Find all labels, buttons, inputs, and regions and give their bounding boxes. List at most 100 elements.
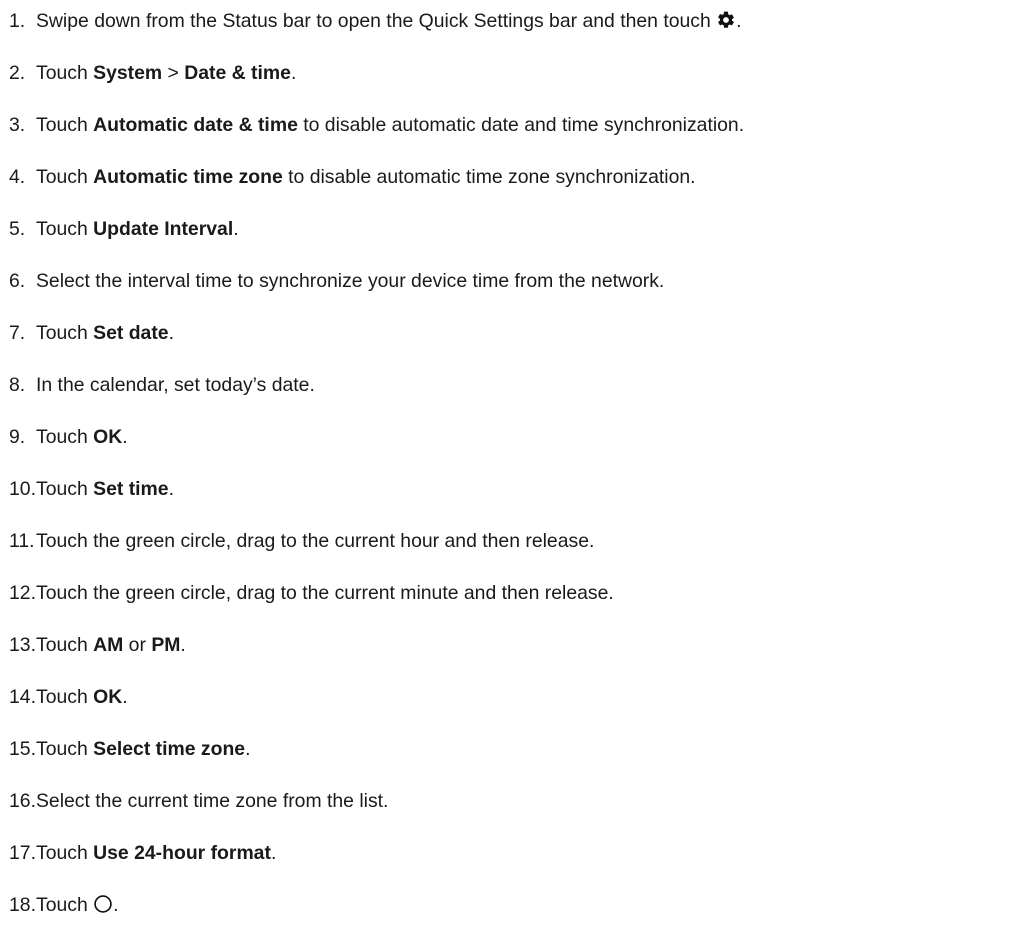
- step-number: 4.: [9, 166, 26, 188]
- step-text-run: Touch: [36, 218, 94, 240]
- step-item: 13. Touch AM or PM.: [9, 633, 1026, 685]
- step-number: 8.: [9, 374, 26, 396]
- step-number: 16.: [9, 790, 36, 812]
- step-text: Touch Automatic time zone to disable aut…: [36, 165, 696, 189]
- ui-term: OK: [93, 426, 123, 448]
- ui-term: OK: [93, 686, 123, 708]
- step-text: Touch System > Date & time.: [36, 61, 296, 85]
- step-text: In the calendar, set today’s date.: [36, 373, 315, 397]
- step-text-run: Swipe down from the Status bar to open t…: [36, 10, 717, 32]
- step-number: 7.: [9, 322, 26, 344]
- step-text-run: .: [233, 218, 239, 240]
- step-text: Touch Set date.: [36, 321, 174, 345]
- ui-term: Update Interval: [93, 218, 234, 240]
- step-text-run: In the calendar, set today’s date.: [36, 374, 315, 396]
- step-text: Touch Use 24-hour format.: [36, 841, 276, 865]
- step-number: 11.: [9, 530, 35, 552]
- step-text: Touch AM or PM.: [36, 633, 186, 657]
- step-number: 15.: [9, 738, 36, 760]
- step-text-run: .: [180, 634, 186, 656]
- step-text-run: Touch: [36, 478, 94, 500]
- step-item: 4. Touch Automatic time zone to disable a…: [9, 165, 1026, 217]
- step-number: 6.: [9, 270, 26, 292]
- step-text: Touch Update Interval.: [36, 217, 239, 241]
- step-text: Touch the green circle, drag to the curr…: [36, 529, 594, 553]
- step-text-run: Touch: [36, 114, 94, 136]
- step-text-run: to disable automatic date and time synch…: [297, 114, 745, 136]
- ui-term: Use 24-hour format: [93, 842, 271, 864]
- step-text-run: .: [270, 842, 277, 864]
- step-text: Touch .: [36, 893, 119, 917]
- ui-term: Set date: [93, 322, 169, 344]
- step-number: 10.: [9, 478, 36, 500]
- step-text: Touch OK.: [36, 685, 128, 709]
- step-number: 9.: [9, 426, 26, 448]
- step-text: Swipe down from the Status bar to open t…: [36, 9, 742, 33]
- step-text-run: Touch: [36, 62, 94, 84]
- step-text-run: .: [736, 10, 742, 32]
- step-item: 3. Touch Automatic date & time to disable…: [9, 113, 1026, 165]
- step-text-run: .: [245, 738, 251, 760]
- ui-term: System: [93, 62, 163, 84]
- step-text: Touch Set time.: [36, 477, 174, 501]
- step-text-run: Select the current time zone from the li…: [36, 790, 389, 812]
- step-text: Touch OK.: [36, 425, 128, 449]
- step-item: 10. Touch Set time.: [9, 477, 1026, 529]
- step-text: Touch Select time zone.: [36, 737, 250, 761]
- step-number: 18.: [9, 894, 36, 916]
- step-item: 18. Touch .: [9, 893, 1026, 945]
- step-item: 11. Touch the green circle, drag to the c…: [9, 529, 1026, 581]
- step-item: 17. Touch Use 24-hour format.: [9, 841, 1026, 893]
- step-text-run: Touch: [36, 322, 94, 344]
- step-item: 14. Touch OK.: [9, 685, 1026, 737]
- step-number: 17.: [9, 842, 36, 864]
- ui-term: PM: [151, 634, 181, 656]
- step-text-run: >: [162, 62, 185, 84]
- step-text-run: Touch: [36, 166, 94, 188]
- step-text-run: .: [290, 62, 297, 84]
- step-text-run: .: [168, 478, 174, 500]
- ui-term: Automatic date & time: [93, 114, 298, 136]
- ui-term: AM: [93, 634, 124, 656]
- ui-term: Select time zone: [93, 738, 246, 760]
- step-item: 2. Touch System > Date & time.: [9, 61, 1026, 113]
- gear-icon: [716, 10, 736, 30]
- step-item: 8. In the calendar, set today’s date.: [9, 373, 1026, 425]
- home-circle-icon: [93, 894, 113, 914]
- step-text-run: Touch: [36, 426, 94, 448]
- step-text-run: Touch: [36, 894, 94, 916]
- step-text-run: Touch: [36, 686, 94, 708]
- step-text-run: Touch: [36, 738, 94, 760]
- step-number: 1.: [9, 10, 26, 32]
- step-text: Touch the green circle, drag to the curr…: [36, 581, 614, 605]
- step-text: Touch Automatic date & time to disable a…: [36, 113, 744, 137]
- step-item: 6. Select the interval time to synchroniz…: [9, 269, 1026, 321]
- step-number: 13.: [9, 634, 36, 656]
- step-text-run: Touch the green circle, drag to the curr…: [36, 582, 614, 604]
- step-text-run: Touch: [36, 634, 94, 656]
- step-text: Select the current time zone from the li…: [36, 789, 388, 813]
- step-text-run: Touch: [36, 842, 94, 864]
- step-item: 5. Touch Update Interval.: [9, 217, 1026, 269]
- step-number: 14.: [9, 686, 36, 708]
- step-text-run: .: [122, 686, 128, 708]
- step-text: Select the interval time to synchronize …: [36, 269, 664, 293]
- step-item: 9. Touch OK.: [9, 425, 1026, 477]
- step-item: 16. Select the current time zone from the…: [9, 789, 1026, 841]
- ui-term: Automatic time zone: [93, 166, 283, 188]
- step-text-run: .: [113, 894, 119, 916]
- step-item: 15. Touch Select time zone.: [9, 737, 1026, 789]
- step-text-run: Touch the green circle, drag to the curr…: [36, 530, 595, 552]
- ui-term: Set time: [93, 478, 169, 500]
- step-text-run: .: [168, 322, 174, 344]
- ui-term: Date & time: [184, 62, 291, 84]
- step-item: 1. Swipe down from the Status bar to open…: [9, 9, 1026, 61]
- instruction-steps: 1. Swipe down from the Status bar to open…: [0, 0, 1026, 945]
- step-number: 5.: [9, 218, 26, 240]
- step-number: 12.: [9, 582, 36, 604]
- step-item: 7. Touch Set date.: [9, 321, 1026, 373]
- step-text-run: to disable automatic time zone synchroni…: [282, 166, 696, 188]
- step-number: 2.: [9, 62, 26, 84]
- step-text-run: or: [123, 634, 152, 656]
- step-number: 3.: [9, 114, 26, 136]
